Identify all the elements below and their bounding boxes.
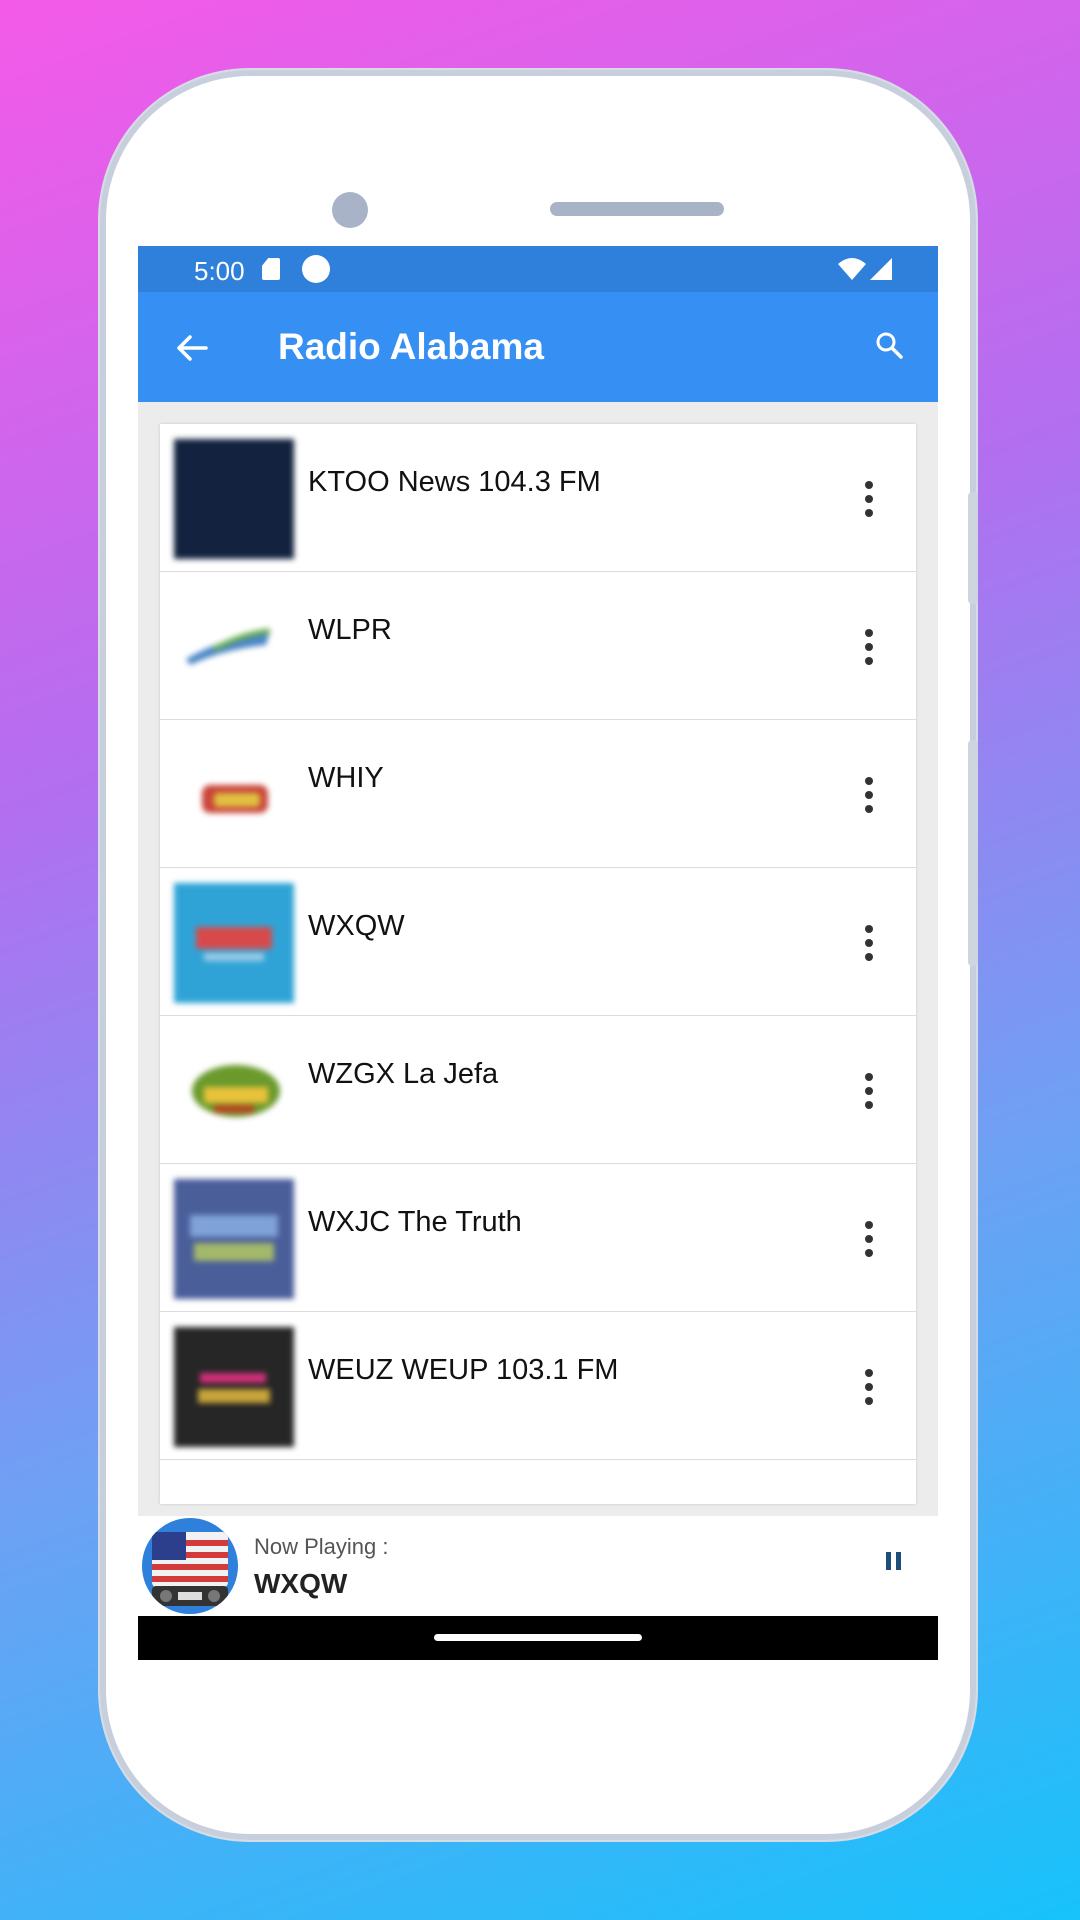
more-options-icon[interactable] — [864, 925, 874, 961]
front-camera — [332, 192, 368, 228]
station-name: WZGX La Jefa — [308, 1058, 499, 1090]
now-playing-label: Now Playing : — [254, 1534, 389, 1559]
station-item[interactable]: WZGX La Jefa — [160, 1016, 916, 1164]
station-name: WEUZ WEUP 103.1 FM — [308, 1354, 619, 1386]
more-options-icon[interactable] — [864, 629, 874, 665]
cell-signal-icon — [870, 258, 892, 280]
station-logo — [174, 883, 294, 1003]
status-time: 5:00 — [194, 256, 245, 286]
station-logo — [174, 587, 294, 707]
station-logo — [174, 439, 294, 559]
station-logo — [174, 1179, 294, 1299]
station-logo — [174, 1031, 294, 1151]
back-arrow-icon[interactable] — [172, 328, 212, 368]
pause-icon[interactable] — [886, 1552, 902, 1570]
station-item[interactable]: WEUZ WEUP 103.1 FM — [160, 1312, 916, 1460]
more-options-icon[interactable] — [864, 1221, 874, 1257]
station-logo — [174, 735, 294, 855]
more-options-icon[interactable] — [864, 1073, 874, 1109]
earpiece-speaker — [550, 202, 724, 216]
station-name: WLPR — [308, 614, 392, 646]
radio-flag-icon — [142, 1518, 238, 1614]
station-list: KTOO News 104.3 FM WLPR WHIY WXQW WZGX L… — [160, 424, 916, 1504]
navigation-bar — [138, 1616, 938, 1660]
power-button — [968, 492, 978, 604]
station-name: WXJC The Truth — [308, 1206, 522, 1238]
sd-card-icon — [262, 258, 280, 280]
home-gesture-handle[interactable] — [434, 1634, 642, 1641]
station-name: WHIY — [308, 762, 384, 794]
station-name: KTOO News 104.3 FM — [308, 466, 601, 498]
now-playing-bar[interactable]: Now Playing : WXQW — [138, 1516, 938, 1616]
notification-dot-icon — [302, 255, 330, 283]
app-bar: Radio Alabama — [138, 292, 938, 402]
station-item[interactable]: WXJC The Truth — [160, 1164, 916, 1312]
more-options-icon[interactable] — [864, 777, 874, 813]
search-icon[interactable] — [874, 330, 904, 360]
more-options-icon[interactable] — [864, 481, 874, 517]
volume-button — [968, 740, 978, 966]
app-screen: 5:00 Radio Alabama KTOO News 104.3 FM WL… — [138, 246, 938, 1660]
now-playing-station: WXQW — [254, 1568, 348, 1599]
station-name: WXQW — [308, 910, 405, 942]
station-item[interactable]: WXQW — [160, 868, 916, 1016]
more-options-icon[interactable] — [864, 1369, 874, 1405]
status-bar: 5:00 — [138, 246, 938, 292]
station-item[interactable]: KTOO News 104.3 FM — [160, 424, 916, 572]
station-item[interactable]: WHIY — [160, 720, 916, 868]
station-item[interactable]: WLPR — [160, 572, 916, 720]
wifi-icon — [838, 258, 866, 280]
page-title: Radio Alabama — [278, 326, 544, 367]
station-logo — [174, 1327, 294, 1447]
